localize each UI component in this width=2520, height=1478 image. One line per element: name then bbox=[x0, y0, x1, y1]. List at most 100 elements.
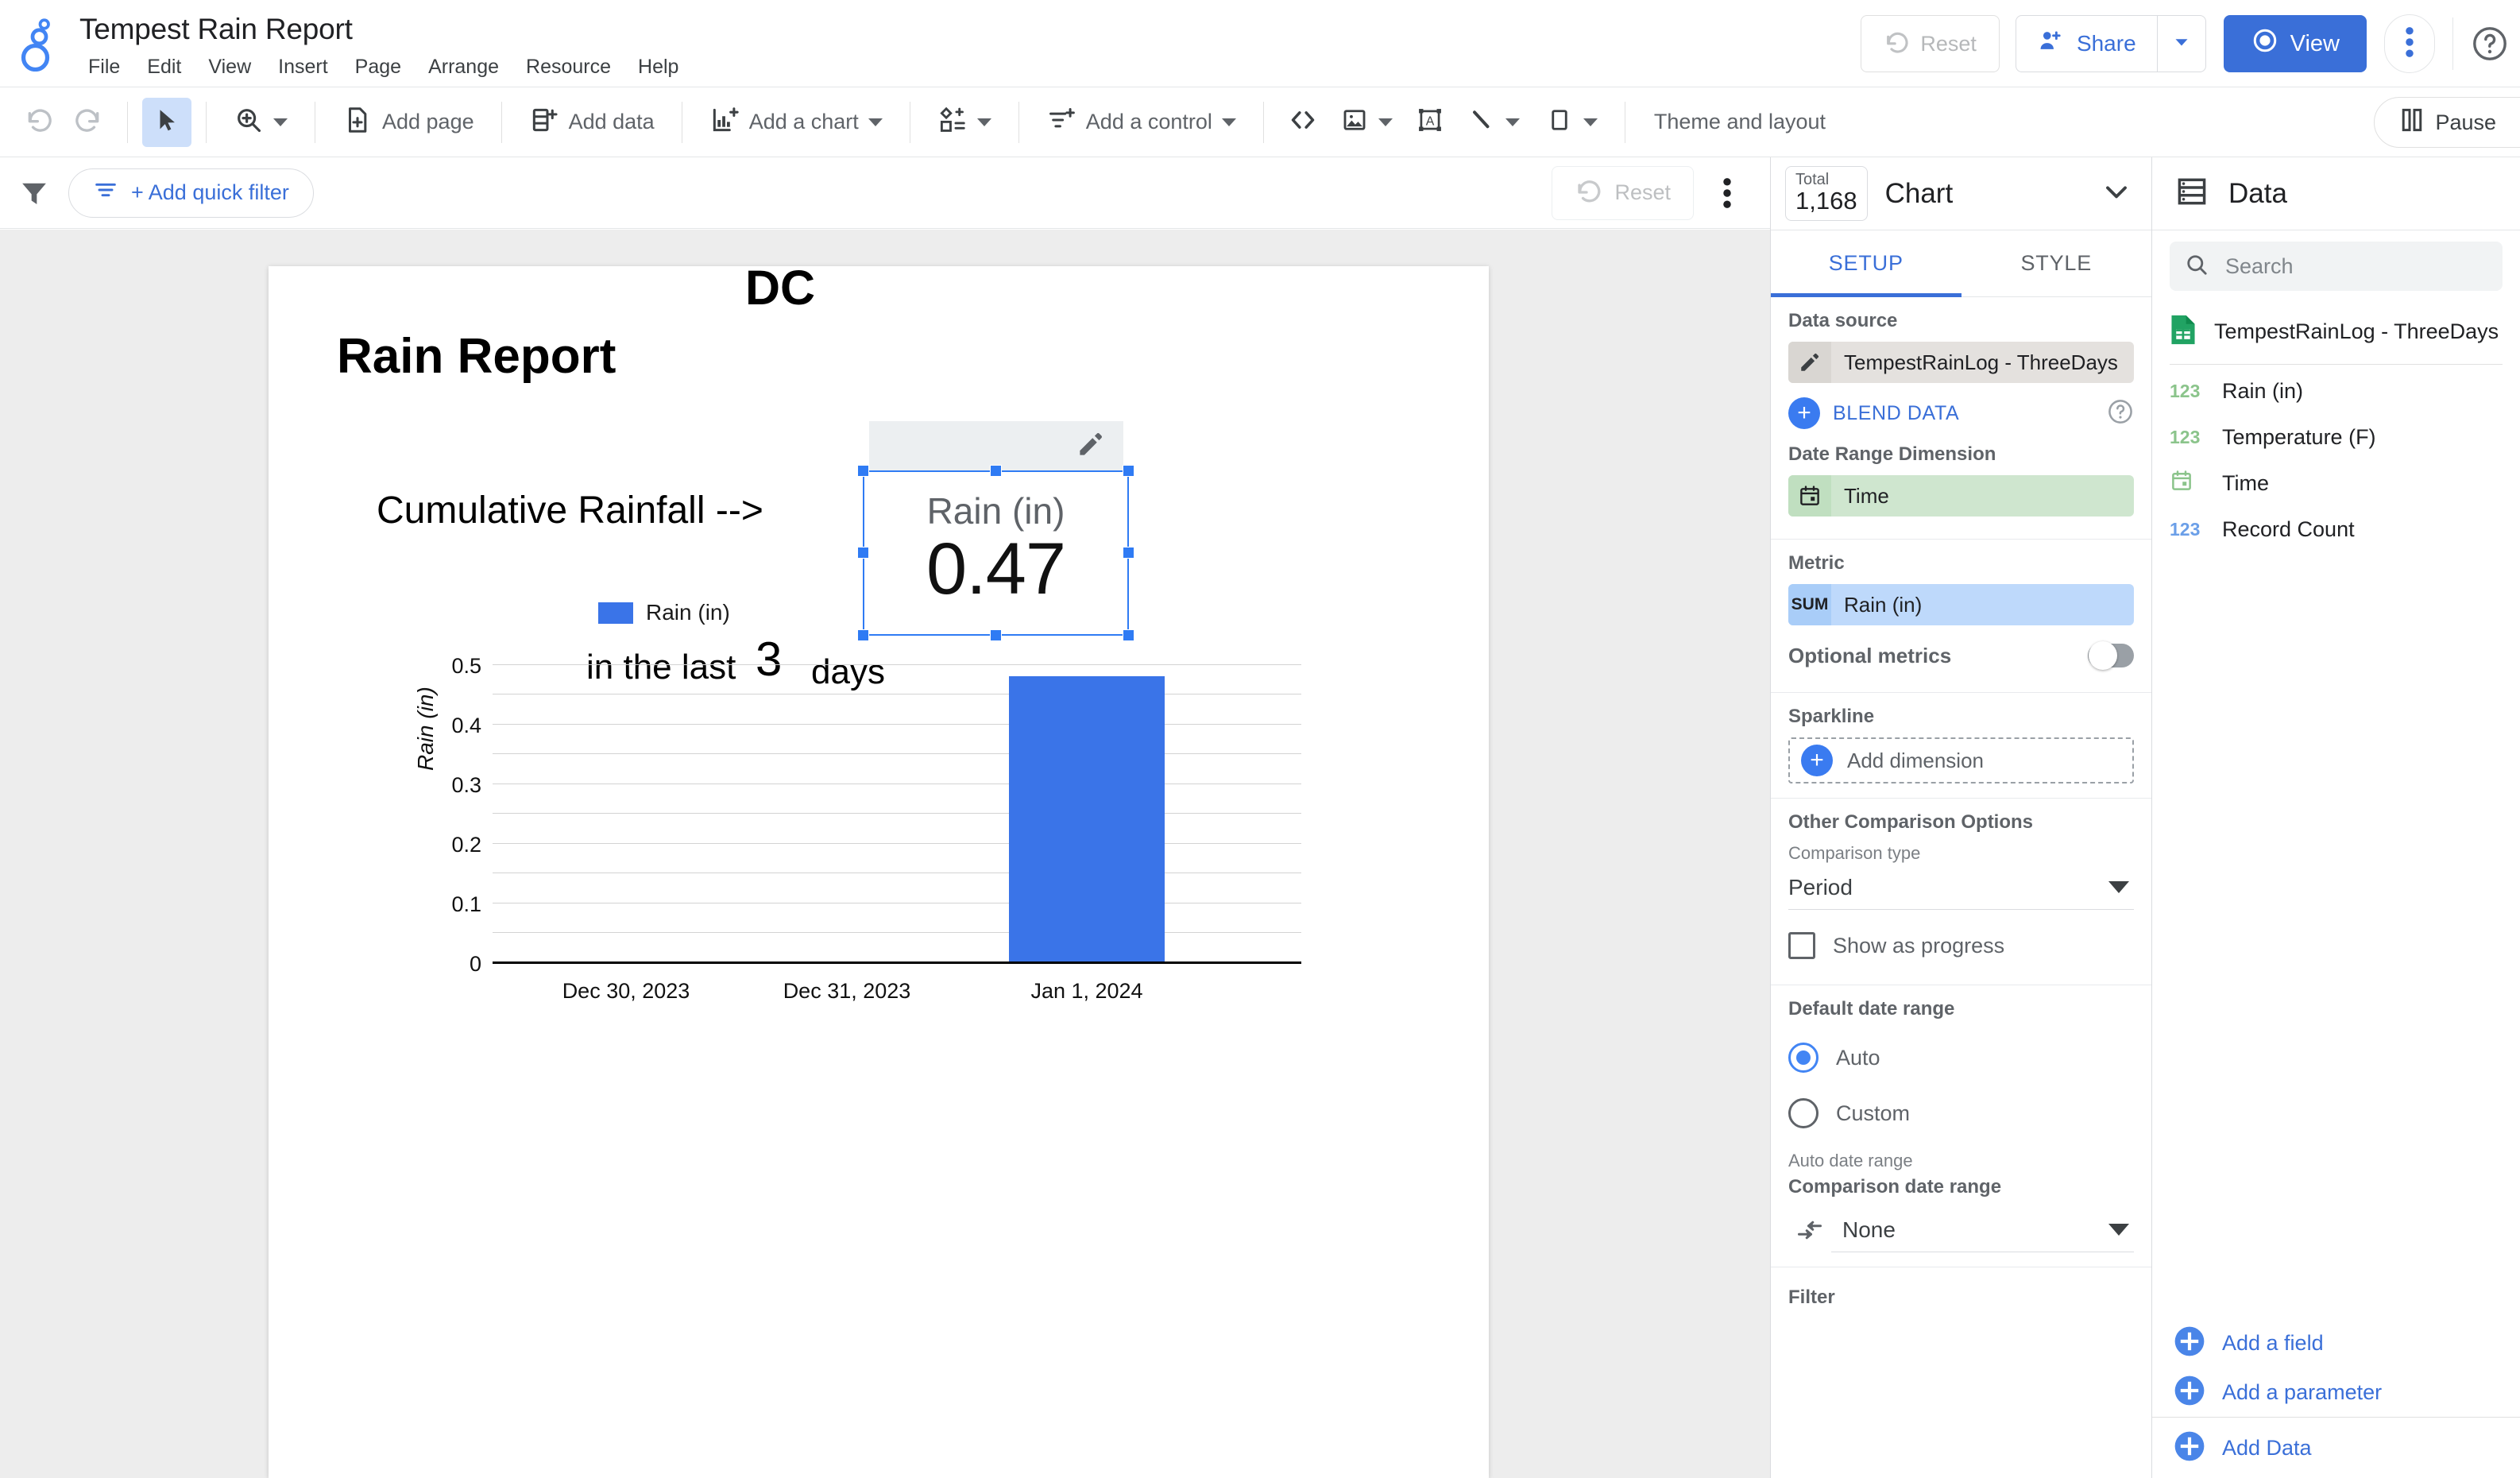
shape-button[interactable] bbox=[1532, 98, 1610, 147]
add-a-field-button[interactable]: Add a field bbox=[2152, 1318, 2520, 1368]
show-as-progress-checkbox[interactable] bbox=[1788, 932, 1815, 959]
add-data-label: Add Data bbox=[2222, 1435, 2312, 1460]
numeric-type-icon: 123 bbox=[2170, 380, 2201, 401]
line-button[interactable] bbox=[1455, 98, 1532, 147]
image-button[interactable] bbox=[1328, 98, 1405, 147]
comparison-date-range-select[interactable]: None bbox=[1831, 1208, 2134, 1252]
selection-handle-middle-right[interactable] bbox=[1123, 547, 1134, 559]
menu-edit[interactable]: Edit bbox=[133, 52, 195, 82]
zoom-dropdown-caret-icon bbox=[273, 118, 288, 126]
y-tick-0.1: 0.1 bbox=[451, 892, 481, 916]
sparkline-add-dimension-button[interactable]: + Add dimension bbox=[1788, 737, 2134, 783]
data-source-chip[interactable]: TempestRainLog - ThreeDays bbox=[1788, 342, 2134, 383]
menu-file[interactable]: File bbox=[75, 52, 133, 82]
selection-handle-top-right[interactable] bbox=[1123, 465, 1134, 477]
toolbar-divider-2 bbox=[206, 101, 207, 143]
svg-text:A: A bbox=[1426, 115, 1435, 129]
date-range-auto-label: Auto bbox=[1836, 1045, 1880, 1070]
chevron-down-icon bbox=[2172, 33, 2191, 56]
selection-handle-middle-left[interactable] bbox=[857, 547, 869, 559]
field-row-time[interactable]: Time bbox=[2152, 460, 2520, 506]
properties-collapse-button[interactable] bbox=[2099, 174, 2140, 213]
blend-data-row[interactable]: + BLEND DATA bbox=[1788, 391, 2134, 435]
add-page-button[interactable]: Add page bbox=[330, 98, 487, 147]
tab-setup[interactable]: SETUP bbox=[1771, 230, 1962, 297]
redo-button[interactable] bbox=[64, 98, 113, 147]
select-tool-button[interactable] bbox=[142, 97, 191, 147]
selection-handle-top-left[interactable] bbox=[857, 465, 869, 477]
rain-bar-chart[interactable]: Rain (in) Rain (in) 0.5 0.4 0.3 0.2 0.1 … bbox=[413, 600, 1301, 1013]
community-visualization-button[interactable] bbox=[925, 98, 1004, 147]
data-search-box[interactable] bbox=[2170, 242, 2503, 291]
add-a-parameter-label: Add a parameter bbox=[2222, 1379, 2383, 1404]
share-button[interactable]: Share bbox=[2016, 16, 2157, 72]
comparison-type-select[interactable]: Period bbox=[1788, 865, 2134, 910]
total-records-chip: Total 1,168 bbox=[1785, 165, 1868, 222]
report-heading-title[interactable]: Rain Report bbox=[337, 328, 616, 385]
field-row-rain[interactable]: 123 Rain (in) bbox=[2152, 368, 2520, 414]
add-a-parameter-button[interactable]: Add a parameter bbox=[2152, 1368, 2520, 1417]
data-search-wrapper bbox=[2152, 230, 2520, 297]
metric-chip[interactable]: SUM Rain (in) bbox=[1788, 584, 2134, 625]
document-title[interactable]: Tempest Rain Report bbox=[79, 13, 353, 46]
add-control-icon bbox=[1046, 105, 1076, 139]
field-row-temperature[interactable]: 123 Temperature (F) bbox=[2152, 414, 2520, 460]
pause-icon bbox=[2402, 108, 2422, 137]
view-button[interactable]: View bbox=[2223, 15, 2367, 72]
add-chart-icon bbox=[709, 105, 740, 139]
add-page-icon bbox=[342, 105, 373, 139]
filter-reset-button[interactable]: Reset bbox=[1552, 165, 1694, 220]
optional-metrics-toggle[interactable] bbox=[2088, 641, 2134, 670]
data-source-item[interactable]: TempestRainLog - ThreeDays bbox=[2152, 304, 2520, 359]
help-circle-icon[interactable] bbox=[2107, 398, 2134, 429]
date-range-dimension-chip[interactable]: Time bbox=[1788, 475, 2134, 517]
date-range-option-custom[interactable]: Custom bbox=[1788, 1085, 2134, 1141]
report-canvas-area[interactable]: DC Rain Report Cumulative Rainfall --> i… bbox=[0, 230, 1770, 1478]
pencil-icon[interactable] bbox=[1788, 342, 1831, 383]
report-page[interactable]: DC Rain Report Cumulative Rainfall --> i… bbox=[269, 261, 1489, 1478]
more-options-button[interactable] bbox=[2384, 14, 2435, 73]
pause-button[interactable]: Pause bbox=[2374, 97, 2520, 148]
menu-insert[interactable]: Insert bbox=[265, 52, 342, 82]
show-as-progress-row[interactable]: Show as progress bbox=[1788, 921, 2134, 970]
add-data-button[interactable]: Add Data bbox=[2152, 1418, 2520, 1478]
bar-jan-1-2024[interactable] bbox=[1009, 676, 1165, 962]
add-quick-filter-button[interactable]: + Add quick filter bbox=[68, 168, 314, 218]
theme-and-layout-button[interactable]: Theme and layout bbox=[1640, 110, 1840, 134]
search-input[interactable] bbox=[2224, 253, 2462, 280]
gridline-0.25 bbox=[493, 813, 1301, 814]
radio-custom[interactable] bbox=[1788, 1098, 1818, 1128]
embed-button[interactable] bbox=[1278, 98, 1328, 147]
tab-style[interactable]: STYLE bbox=[1962, 230, 2152, 296]
date-range-option-auto[interactable]: Auto bbox=[1788, 1030, 2134, 1085]
report-heading-dc[interactable]: DC bbox=[745, 260, 815, 315]
add-chart-button[interactable]: Add a chart bbox=[697, 98, 895, 147]
funnel-icon[interactable] bbox=[17, 176, 51, 210]
share-dropdown-button[interactable] bbox=[2158, 16, 2205, 72]
scorecard-hover-toolbar bbox=[869, 421, 1123, 470]
menu-resource[interactable]: Resource bbox=[512, 52, 624, 82]
menu-help[interactable]: Help bbox=[624, 52, 692, 82]
zoom-tool-button[interactable] bbox=[221, 98, 300, 147]
reset-button[interactable]: Reset bbox=[1861, 15, 2000, 72]
help-circle-icon[interactable] bbox=[2471, 25, 2509, 63]
add-control-button[interactable]: Add a control bbox=[1034, 98, 1249, 147]
radio-auto[interactable] bbox=[1788, 1043, 1818, 1073]
report-cumulative-label[interactable]: Cumulative Rainfall --> bbox=[377, 489, 763, 532]
gridline-0.5 bbox=[493, 664, 1301, 665]
text-box-button[interactable]: A bbox=[1405, 98, 1455, 147]
undo-arrow-icon bbox=[1884, 28, 1911, 60]
menu-view[interactable]: View bbox=[195, 52, 265, 82]
pencil-edit-icon[interactable] bbox=[1076, 429, 1106, 463]
show-as-progress-label: Show as progress bbox=[1833, 933, 2005, 958]
selection-handle-top-center[interactable] bbox=[990, 465, 1002, 477]
undo-button[interactable] bbox=[14, 98, 64, 147]
field-row-record-count[interactable]: 123 Record Count bbox=[2152, 506, 2520, 552]
filter-more-options-button[interactable] bbox=[1703, 166, 1751, 220]
add-data-button[interactable]: Add data bbox=[516, 98, 667, 147]
comparison-date-range-row[interactable]: None bbox=[1788, 1208, 2134, 1252]
looker-studio-app: Tempest Rain Report File Edit View Inser… bbox=[0, 0, 2520, 1478]
menu-page[interactable]: Page bbox=[342, 52, 415, 82]
calendar-icon bbox=[2170, 469, 2205, 497]
menu-arrange[interactable]: Arrange bbox=[415, 52, 512, 82]
